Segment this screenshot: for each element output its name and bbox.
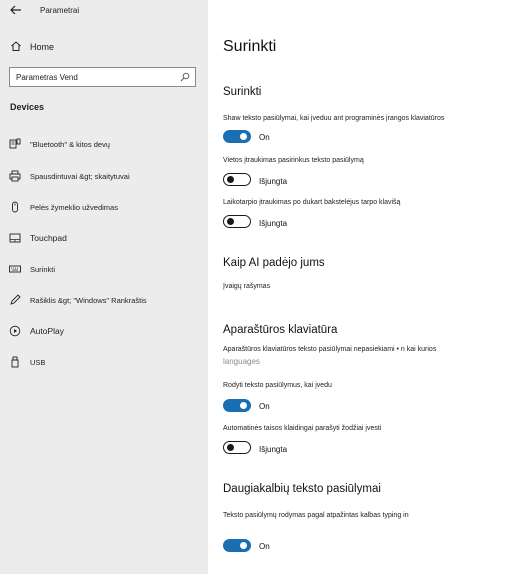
add-period-toggle[interactable] bbox=[223, 215, 251, 228]
mouse-icon bbox=[12, 201, 18, 213]
back-arrow-icon bbox=[10, 5, 21, 15]
hardware-suggestions-toggle[interactable] bbox=[223, 399, 251, 412]
toggle-state-label: Išjungta bbox=[259, 445, 288, 454]
pen-icon bbox=[10, 294, 21, 305]
sidebar-item-printers[interactable]: Spausdintuvai &gt; skaitytuvai bbox=[0, 166, 208, 188]
sidebar-item-label: Touchpad bbox=[30, 233, 67, 243]
toggle-state-label: On bbox=[259, 542, 270, 551]
setting-description: Shaw teksto pasiūlymai, kai įveduu ant p… bbox=[223, 115, 445, 122]
autocorrect-toggle[interactable] bbox=[223, 441, 251, 454]
touchpad-icon bbox=[9, 233, 21, 243]
sidebar: Parametrai Home Devices "Bluetooth" & ki… bbox=[0, 0, 208, 574]
autoplay-icon bbox=[9, 325, 21, 337]
sidebar-item-label: USB bbox=[30, 358, 46, 367]
toggle-state-label: Išjungta bbox=[259, 219, 288, 228]
home-label: Home bbox=[30, 42, 55, 52]
toggle-knob bbox=[240, 133, 247, 140]
show-suggestions-toggle[interactable] bbox=[223, 130, 251, 143]
sidebar-item-label: "Bluetooth" & kitos devų bbox=[30, 140, 110, 149]
printer-icon bbox=[9, 170, 21, 182]
sidebar-item-label: AutoPlay bbox=[30, 326, 65, 336]
sidebar-item-usb[interactable]: USB bbox=[0, 352, 208, 374]
toggle-knob bbox=[227, 443, 234, 451]
toggle-knob bbox=[227, 175, 234, 183]
toggle-knob bbox=[240, 542, 247, 549]
sidebar-item-label: Spausdintuvai &gt; skaitytuvai bbox=[30, 172, 130, 181]
sidebar-item-autoplay[interactable]: AutoPlay bbox=[0, 321, 208, 343]
sidebar-item-touchpad[interactable]: Touchpad bbox=[0, 228, 208, 250]
sidebar-item-pen[interactable]: Rašiklis &gt; "Windows" Rankraštis bbox=[0, 290, 208, 312]
setting-description: Automatinės taisos klaidingai parašyti ž… bbox=[223, 425, 382, 432]
typing-insights-link[interactable]: Įvaigų rašymas bbox=[223, 283, 270, 290]
toggle-state-label: On bbox=[259, 402, 270, 411]
search-box[interactable] bbox=[9, 67, 196, 87]
sidebar-item-typing[interactable]: Surinkti bbox=[0, 259, 208, 281]
section-title-devices: Devices bbox=[10, 102, 45, 112]
home-icon bbox=[11, 41, 21, 51]
section-heading-ai: Kaip AI padėjo jums bbox=[223, 257, 325, 269]
toggle-state-label: Išjungta bbox=[259, 177, 288, 186]
sidebar-item-bluetooth[interactable]: "Bluetooth" & kitos devų bbox=[0, 134, 208, 156]
home-nav-item[interactable]: Home bbox=[0, 36, 208, 58]
add-space-toggle[interactable] bbox=[223, 173, 251, 186]
app-title: Parametrai bbox=[40, 6, 80, 15]
keyboard-icon bbox=[9, 265, 21, 273]
sidebar-item-label: Rašiklis &gt; "Windows" Rankraštis bbox=[30, 296, 147, 305]
toggle-knob bbox=[227, 217, 234, 225]
title-bar: Parametrai bbox=[0, 0, 208, 22]
sidebar-item-mouse[interactable]: Pelės žymeklio užvedimas bbox=[0, 197, 208, 219]
main-content: Surinkti Surinkti Shaw teksto pasiūlymai… bbox=[208, 0, 520, 574]
hardware-keyboard-description: Aparaštūros klaviatūros teksto pasiūlyma… bbox=[223, 346, 437, 353]
multilingual-toggle[interactable] bbox=[223, 539, 251, 552]
page-title: Surinkti bbox=[223, 38, 277, 55]
languages-note: languages bbox=[223, 357, 260, 366]
multilingual-description: Teksto pasiūlymų rodymas pagal atpažinta… bbox=[223, 512, 409, 519]
search-icon[interactable] bbox=[180, 72, 190, 82]
toggle-knob bbox=[240, 402, 247, 409]
back-button[interactable] bbox=[8, 3, 24, 17]
section-heading-hardware-keyboard: Aparaštūros klaviatūra bbox=[223, 324, 338, 336]
section-heading-typing: Surinkti bbox=[223, 86, 262, 98]
sidebar-item-label: Pelės žymeklio užvedimas bbox=[30, 203, 118, 212]
setting-description: Laikotarpio įtraukimas po dukart bakstel… bbox=[223, 199, 401, 206]
usb-icon bbox=[11, 356, 19, 368]
setting-description: Rodyti teksto pasiūlymus, kai įvedu bbox=[223, 382, 332, 389]
search-input[interactable] bbox=[16, 71, 176, 84]
setting-description: Vietos įtraukimas pasirinkus teksto pasi… bbox=[223, 157, 364, 164]
toggle-state-label: On bbox=[259, 133, 270, 142]
bluetooth-devices-icon bbox=[9, 138, 21, 149]
section-heading-multilingual: Daugiakalbių teksto pasiūlymai bbox=[223, 483, 381, 495]
sidebar-item-label: Surinkti bbox=[30, 265, 56, 274]
